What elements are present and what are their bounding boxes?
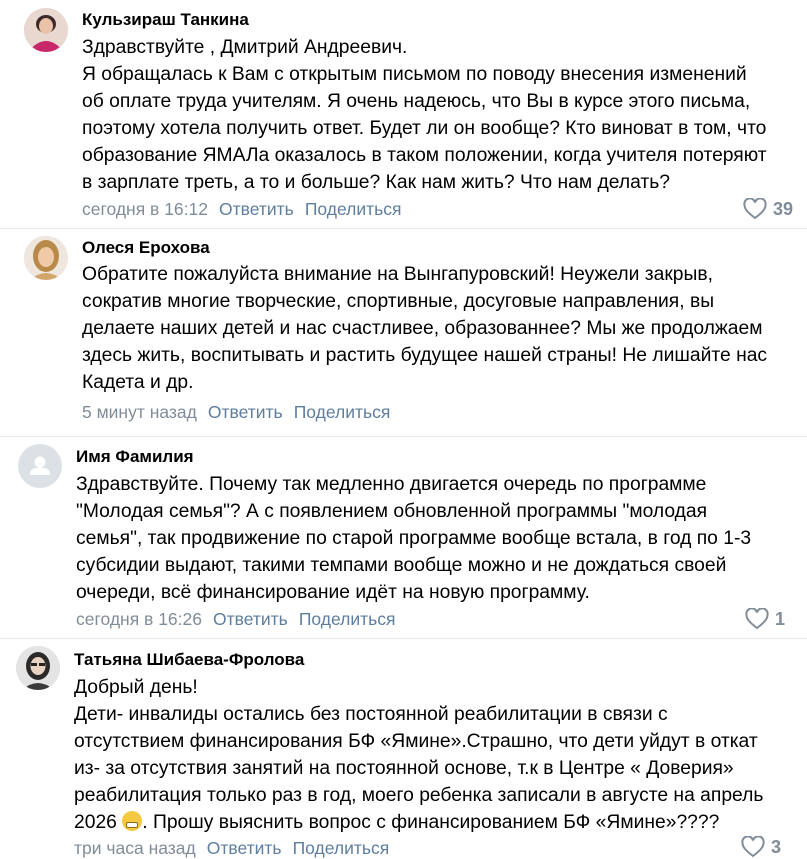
comment-time[interactable]: 5 минут назад [82,402,197,422]
comment-author[interactable]: Имя Фамилия [76,447,194,467]
comment-line-part: 2026 [74,812,117,833]
grimacing-face-emoji-icon [122,811,143,831]
heart-outline-icon [743,198,767,220]
reply-button[interactable]: Ответить [207,838,282,858]
comment-line: делаете наших детей и нас счастливее, об… [82,318,763,339]
avatar[interactable] [24,236,68,280]
like-count: 1 [774,608,785,629]
comment-line: Кадета и др. [82,372,194,393]
user-photo-icon [16,646,60,690]
share-button[interactable]: Поделиться [299,609,396,629]
comment-line: 2026 . Прошу выяснить вопрос с финансиро… [74,809,763,836]
comment-line: субсидии выдают, такими темпами вообще м… [76,555,727,576]
comment-line: в зарплате треть, а то и больше? Как нам… [82,172,670,193]
comment-line: Здравствуйте. Почему так медленно двигае… [76,474,707,495]
comment-line: Здравствуйте , Дмитрий Андреевич. [82,37,408,58]
comment-line: здесь жить, воспитывать и растить будуще… [82,345,768,366]
reply-button[interactable]: Ответить [213,609,288,629]
avatar[interactable] [16,646,60,690]
like-button[interactable]: 3 [741,836,781,858]
avatar[interactable] [24,8,68,52]
like-count: 39 [772,198,793,219]
divider [0,228,807,229]
comment-time[interactable]: три часа назад [74,838,196,858]
divider [0,638,807,639]
comment-text: Здравствуйте. Почему так медленно двигае… [76,471,751,606]
like-button[interactable]: 39 [743,198,793,220]
share-button[interactable]: Поделиться [293,838,390,858]
heart-outline-icon [741,836,765,858]
comment-line: "Молодая семья"? А с появлением обновлен… [76,501,708,522]
comment-line: Обратите пожалуйста внимание на Вынгапур… [82,264,713,285]
share-button[interactable]: Поделиться [294,402,391,422]
comment-line-part: . Прошу выяснить вопрос с финансирование… [142,812,720,833]
like-count: 3 [770,836,781,857]
comment-meta: 5 минут назад Ответить Поделиться [82,402,401,423]
user-silhouette-icon [30,456,50,475]
comment-meta: сегодня в 16:12 Ответить Поделиться [82,199,412,220]
comment-text: Обратите пожалуйста внимание на Вынгапур… [82,261,767,396]
user-photo-icon [24,8,68,52]
like-button[interactable]: 1 [745,608,785,630]
divider [0,436,807,437]
comment-line: отсутствием финансирования БФ «Ямине».Ст… [74,731,758,752]
comment-text: Здравствуйте , Дмитрий Андреевич. Я обра… [82,34,767,196]
heart-outline-icon [745,608,769,630]
comment-line: реабилитация только раз в год, моего реб… [74,785,764,806]
comment-line: семья", так продвижение по старой програ… [76,528,752,549]
comment-author[interactable]: Олеся Ерохова [82,238,210,258]
share-button[interactable]: Поделиться [305,199,402,219]
comment-author[interactable]: Кульзираш Танкина [82,10,249,30]
comment-meta: три часа назад Ответить Поделиться [74,838,400,859]
avatar[interactable] [18,444,62,488]
comment-time[interactable]: сегодня в 16:12 [82,199,208,219]
comment-line: очереди, всё финансирование идёт на нову… [76,582,590,603]
comment-line: Добрый день! [74,677,198,698]
comment-line: об оплате труда учителям. Я очень надеюс… [82,91,751,112]
comment-line: из- за отсутствия занятий на постоянной … [74,758,734,779]
user-photo-icon [24,236,68,280]
comment-author[interactable]: Татьяна Шибаева-Фролова [74,650,304,670]
comment-meta: сегодня в 16:26 Ответить Поделиться [76,609,406,630]
comment-line: образование ЯМАЛа оказалось в таком поло… [82,145,767,166]
comment-time[interactable]: сегодня в 16:26 [76,609,202,629]
comment-line: поэтому хотела получить ответ. Будет ли … [82,118,767,139]
comment-line: сократив многие творческие, спортивные, … [82,291,715,312]
reply-button[interactable]: Ответить [208,402,283,422]
comment-line: Я обращалась к Вам с открытым письмом по… [82,64,747,85]
comment-line: Дети- инвалиды остались без постоянной р… [74,704,668,725]
comment-text: Добрый день! Дети- инвалиды остались без… [74,674,763,836]
reply-button[interactable]: Ответить [219,199,294,219]
